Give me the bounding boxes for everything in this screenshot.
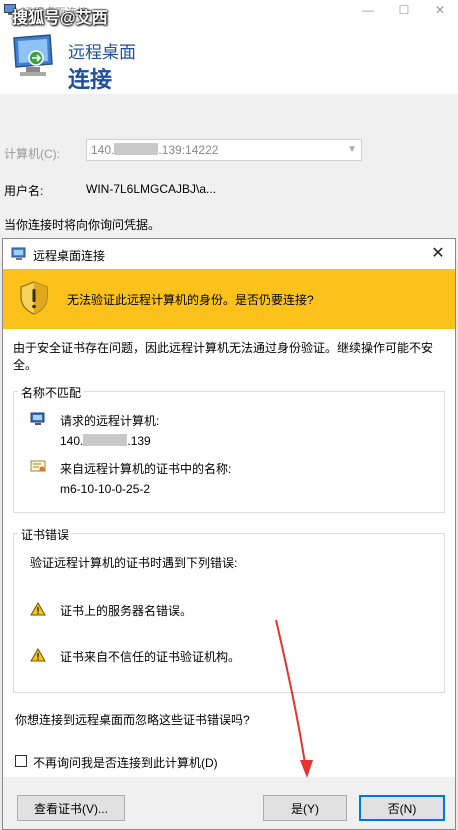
warning-banner: 无法验证此远程计算机的身份。是否仍要连接? xyxy=(3,269,455,329)
no-button[interactable]: 否(N) xyxy=(359,795,445,821)
name-mismatch-group: 名称不匹配 请求的远程计算机: 140. .139 来自远程计算机的证书中的名称:… xyxy=(13,384,445,513)
dialog-titlebar: 远程桌面连接 ✕ xyxy=(3,239,455,269)
computer-value-prefix: 140. xyxy=(91,143,115,157)
maximize-button[interactable]: ☐ xyxy=(386,0,422,22)
cert-errors-group: 证书错误 验证远程计算机的证书时遇到下列错误: 证书上的服务器名错误。 证书来自… xyxy=(13,526,445,693)
cert-error-item: 证书来自不信任的证书验证机构。 xyxy=(60,650,241,664)
username-value: WIN-7L6LMGCAJBJ\a... xyxy=(86,182,217,196)
header-title-line1: 远程桌面 xyxy=(68,43,136,62)
requested-computer-label: 请求的远程计算机: xyxy=(60,414,160,428)
rdp-main-header: 远程桌面 连接 xyxy=(0,22,458,94)
ignore-errors-question: 你想连接到远程桌面而忽略这些证书错误吗? xyxy=(15,713,250,727)
requested-computer-value: 140. .139 xyxy=(60,434,151,448)
remote-desktop-monitor-icon xyxy=(13,34,53,76)
cert-name-value: m6-10-10-0-25-2 xyxy=(60,482,151,496)
view-certificate-button[interactable]: 查看证书(V)... xyxy=(17,795,125,821)
chevron-down-icon: ▼ xyxy=(347,144,357,155)
warning-triangle-icon xyxy=(30,648,46,662)
watermark: 搜狐号@艾西 xyxy=(12,10,108,27)
credentials-note: 当你连接时将向你询问凭据。 xyxy=(4,218,161,232)
computer-label: 计算机(C): xyxy=(4,147,60,161)
warning-triangle-icon xyxy=(30,602,46,616)
dont-ask-checkbox[interactable] xyxy=(15,755,27,767)
redacted-mask xyxy=(114,143,159,155)
rdp-main-window: 远程桌面连接 — ☐ ✕ 远程桌面 连接 计算机(C): 140. .139:14… xyxy=(0,0,458,260)
requested-computer-suffix: .139 xyxy=(127,434,151,448)
close-button[interactable]: ✕ xyxy=(422,0,458,22)
header-title-line2: 连接 xyxy=(68,67,113,92)
warning-shield-icon xyxy=(20,281,48,315)
cert-name-label: 来自远程计算机的证书中的名称: xyxy=(60,462,232,476)
dialog-footer: 查看证书(V)... 是(Y) 否(N) xyxy=(3,777,455,829)
dialog-title: 远程桌面连接 xyxy=(33,249,106,263)
dialog-close-button[interactable]: ✕ xyxy=(427,243,449,265)
computer-value-suffix: .139:14222 xyxy=(158,143,219,157)
cert-errors-legend: 证书错误 xyxy=(18,526,73,543)
cert-error-item: 证书上的服务器名错误。 xyxy=(60,604,193,618)
warning-headline: 无法验证此远程计算机的身份。是否仍要连接? xyxy=(67,293,314,307)
username-label: 用户名: xyxy=(4,184,44,198)
cert-errors-description: 验证远程计算机的证书时遇到下列错误: xyxy=(30,556,238,570)
redacted-mask xyxy=(83,434,128,446)
remote-desktop-icon xyxy=(11,247,26,260)
dont-ask-label[interactable]: 不再询问我是否连接到此计算机(D) xyxy=(33,754,218,771)
intro-text: 由于安全证书存在问题，因此远程计算机无法通过身份验证。继续操作可能不安全。 xyxy=(13,341,434,372)
minimize-button[interactable]: — xyxy=(350,0,386,22)
requested-computer-prefix: 140. xyxy=(60,434,84,448)
computer-icon xyxy=(30,412,45,425)
computer-combobox[interactable]: 140. .139:14222 ▼ xyxy=(86,139,362,161)
certificate-icon xyxy=(30,460,46,472)
yes-button[interactable]: 是(Y) xyxy=(263,795,347,821)
certificate-warning-dialog: 远程桌面连接 ✕ 无法验证此远程计算机的身份。是否仍要连接? 由于安全证书存在问… xyxy=(2,238,456,830)
name-mismatch-legend: 名称不匹配 xyxy=(18,384,85,401)
